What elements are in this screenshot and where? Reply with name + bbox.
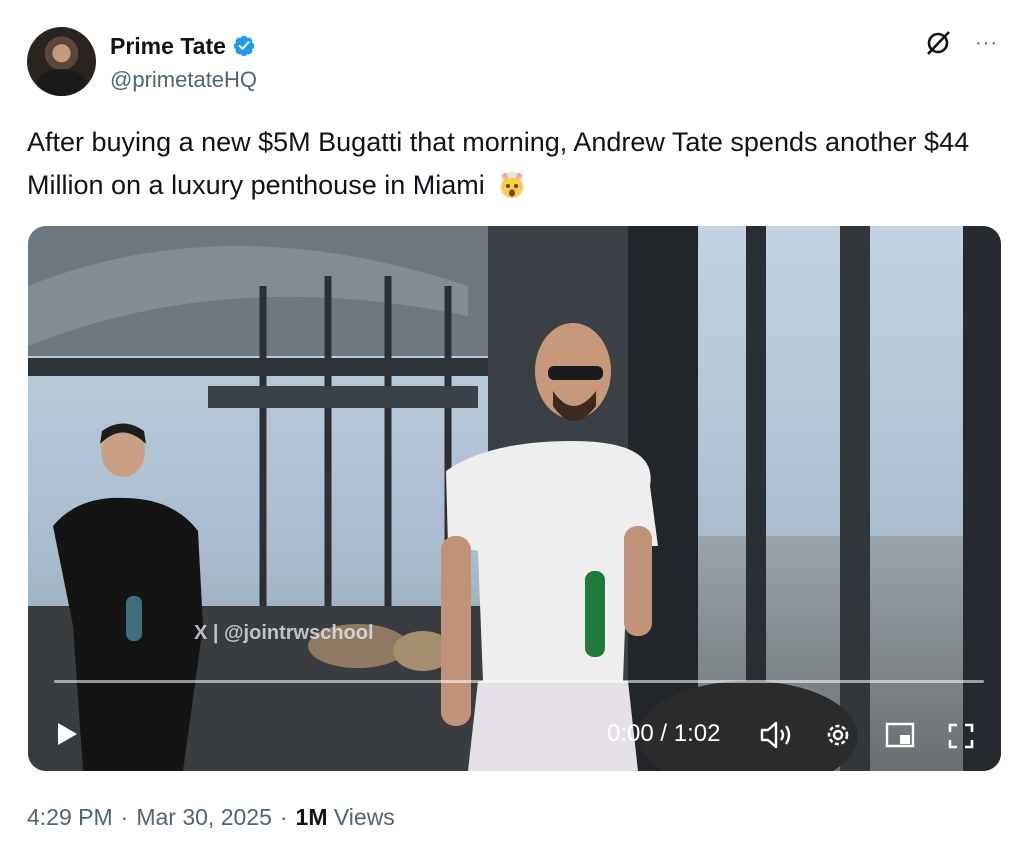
fullscreen-icon[interactable] — [946, 721, 976, 751]
avatar-shirt — [37, 69, 86, 96]
meta-separator: · — [120, 804, 129, 830]
tweet-text: After buying a new $5M Bugatti that morn… — [27, 121, 987, 207]
play-icon[interactable] — [54, 721, 80, 747]
video-frame — [28, 226, 1001, 771]
views-label[interactable]: Views — [334, 804, 395, 830]
progress-bar[interactable] — [54, 680, 984, 683]
author-handle[interactable]: @primetateHQ — [110, 67, 257, 93]
tweet-meta: 4:29 PM · Mar 30, 2025 · 1M Views — [27, 804, 395, 831]
video-watermark: X | @jointrwschool — [194, 622, 374, 644]
author-name-row[interactable]: Prime Tate — [110, 31, 256, 61]
post-date[interactable]: Mar 30, 2025 — [136, 804, 272, 831]
views-count[interactable]: 1M — [296, 804, 328, 830]
verified-badge-icon[interactable] — [232, 34, 256, 58]
post-time[interactable]: 4:29 PM — [27, 804, 113, 831]
more-icon[interactable]: ··· — [975, 33, 998, 53]
tweet-header: Prime Tate @primetateHQ ··· — [27, 27, 1002, 99]
avatar[interactable] — [27, 27, 96, 96]
time-display: 0:00 / 1:02 — [607, 720, 721, 747]
grok-icon[interactable] — [924, 29, 952, 57]
settings-icon[interactable] — [823, 720, 853, 750]
exploding-head-emoji-icon — [501, 172, 524, 198]
volume-icon[interactable] — [759, 721, 793, 749]
video-player[interactable]: X | @jointrwschool 0:00 / 1:02 — [28, 226, 1001, 771]
meta-separator: · — [279, 804, 288, 830]
pip-icon[interactable] — [884, 721, 916, 749]
author-name[interactable]: Prime Tate — [110, 33, 226, 60]
